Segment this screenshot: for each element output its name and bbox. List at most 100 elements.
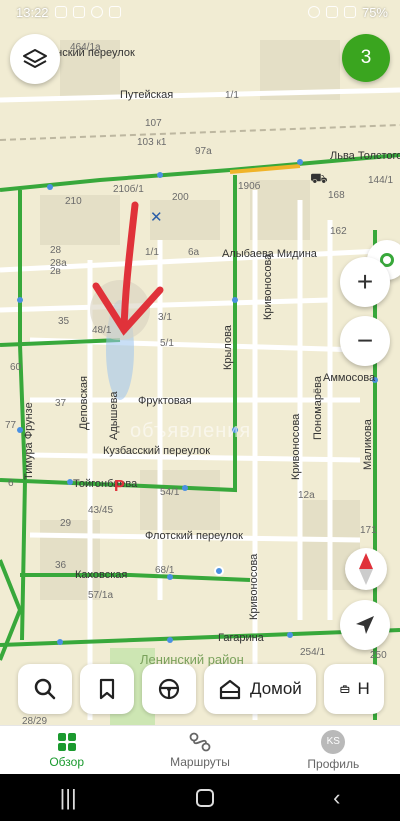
- status-time: 13:22: [16, 4, 49, 20]
- house-number: 68/1: [155, 565, 175, 576]
- drive-mode-button[interactable]: [142, 664, 196, 714]
- house-number: 6: [8, 478, 14, 489]
- layers-icon: [23, 49, 47, 68]
- street-label: Деповская: [78, 376, 90, 430]
- recent-apps-icon[interactable]: |||: [60, 785, 77, 811]
- street-label: Путейская: [120, 89, 174, 101]
- tab-label: Обзор: [49, 754, 84, 769]
- house-number: 29: [60, 518, 72, 529]
- my-location-button[interactable]: [340, 600, 390, 650]
- street-label: Крылова: [222, 325, 234, 370]
- navigation-arrow-icon: [356, 616, 374, 634]
- street-label: Каховская: [75, 569, 128, 581]
- compass-icon: [359, 553, 373, 585]
- notification-icon: [72, 6, 85, 18]
- home-nav-icon[interactable]: [195, 788, 214, 807]
- work-route-button[interactable]: Н: [323, 664, 384, 714]
- bookmarks-button[interactable]: [80, 664, 134, 714]
- home-label: Домой: [250, 679, 302, 698]
- house-number: 464/1а: [70, 42, 101, 53]
- house-number: 3/1: [158, 312, 172, 323]
- zoom-in-button[interactable]: +: [340, 257, 390, 307]
- house-number: 2в: [50, 266, 61, 277]
- house-number: 1/1: [225, 90, 239, 101]
- house-number: 6а: [188, 247, 200, 258]
- wifi-icon: [325, 6, 338, 18]
- tab-routes[interactable]: Маршруты: [133, 726, 266, 774]
- steering-wheel-icon: [158, 678, 180, 700]
- railway-station-icon[interactable]: ⛟: [310, 170, 328, 189]
- house-number: 200: [172, 192, 189, 203]
- avatar: KS: [321, 729, 346, 754]
- house-number: 144/1: [368, 175, 394, 186]
- search-button[interactable]: [18, 664, 72, 714]
- street-label: Маликова: [362, 419, 374, 470]
- tab-label: Профиль: [307, 756, 360, 771]
- watermark: объявления: [130, 420, 252, 442]
- signal-icon: [343, 6, 356, 18]
- house-number: 250: [370, 650, 387, 661]
- tab-label: Маршруты: [170, 754, 230, 769]
- compass-button[interactable]: [345, 548, 387, 590]
- battery-level: 75%: [361, 4, 388, 20]
- status-bar: 13:22 75%: [0, 0, 400, 24]
- grid-icon: [57, 732, 76, 751]
- street-label: Тимура Фрунзе: [23, 402, 35, 480]
- routes-icon: [189, 732, 211, 751]
- street-label: Кузбасский переулок: [103, 445, 211, 457]
- street-label: Кривоносова: [248, 553, 260, 620]
- briefcase-icon: [340, 685, 350, 694]
- service-poi-icon[interactable]: ✕: [150, 208, 163, 226]
- house-number: 48/1: [92, 325, 112, 336]
- house-number: 36: [55, 560, 67, 571]
- house-number: 5/1: [160, 338, 174, 349]
- house-number: 37: [55, 398, 67, 409]
- street-label: Льва Толстого: [330, 150, 400, 162]
- app-icon: [90, 6, 103, 18]
- house-number: 77: [5, 420, 17, 431]
- street-label: Адышева: [108, 391, 120, 440]
- zoom-out-button[interactable]: −: [340, 316, 390, 366]
- tab-overview[interactable]: Обзор: [0, 726, 133, 774]
- map-view[interactable]: Гатчинский переулок Путейская Льва Толст…: [0, 0, 400, 725]
- system-nav-bar: ||| ‹: [0, 774, 400, 821]
- street-label: Фруктовая: [138, 395, 192, 407]
- search-icon: [34, 678, 56, 700]
- house-number: 107: [145, 118, 162, 129]
- map-canvas: [0, 0, 400, 725]
- street-label: Пономарёва: [312, 376, 324, 440]
- street-label: Кривоносова: [262, 253, 274, 320]
- poi-marker[interactable]: [214, 566, 224, 576]
- house-number: 210: [65, 196, 82, 207]
- house-number: 210б/1: [113, 184, 144, 195]
- home-icon: [219, 679, 241, 700]
- home-route-button[interactable]: Домой: [204, 664, 316, 714]
- house-number: 190б: [238, 181, 261, 192]
- house-number: 103 к1: [137, 137, 167, 148]
- bottom-tab-bar: Обзор Маршруты KS Профиль: [0, 725, 400, 774]
- house-number: 60: [10, 362, 22, 373]
- quick-actions-bar: Домой Н: [0, 664, 400, 716]
- street-label: Флотский переулок: [145, 530, 243, 542]
- street-label: Аммосова: [323, 372, 376, 384]
- street-label: Кривоносова: [290, 413, 302, 480]
- street-label: Гагарина: [218, 632, 264, 644]
- back-icon[interactable]: ‹: [333, 785, 340, 811]
- notifications-badge[interactable]: 3: [342, 34, 390, 82]
- house-number: 168: [328, 190, 345, 201]
- house-number: 57/1а: [88, 590, 114, 601]
- work-label: Н: [357, 679, 370, 698]
- bookmark-icon: [99, 678, 115, 700]
- house-number: 54/1: [160, 487, 180, 498]
- house-number: 171: [360, 525, 377, 536]
- parking-icon[interactable]: P: [114, 478, 132, 495]
- alarm-icon: [307, 6, 320, 18]
- house-number: 12а: [298, 490, 315, 501]
- house-number: 35: [58, 316, 70, 327]
- layers-button[interactable]: [10, 34, 60, 84]
- telegram-icon: [54, 6, 67, 18]
- house-number: 254/1: [300, 647, 326, 658]
- tab-profile[interactable]: KS Профиль: [267, 726, 400, 774]
- house-number: 28: [50, 245, 62, 256]
- house-number: 162: [330, 226, 347, 237]
